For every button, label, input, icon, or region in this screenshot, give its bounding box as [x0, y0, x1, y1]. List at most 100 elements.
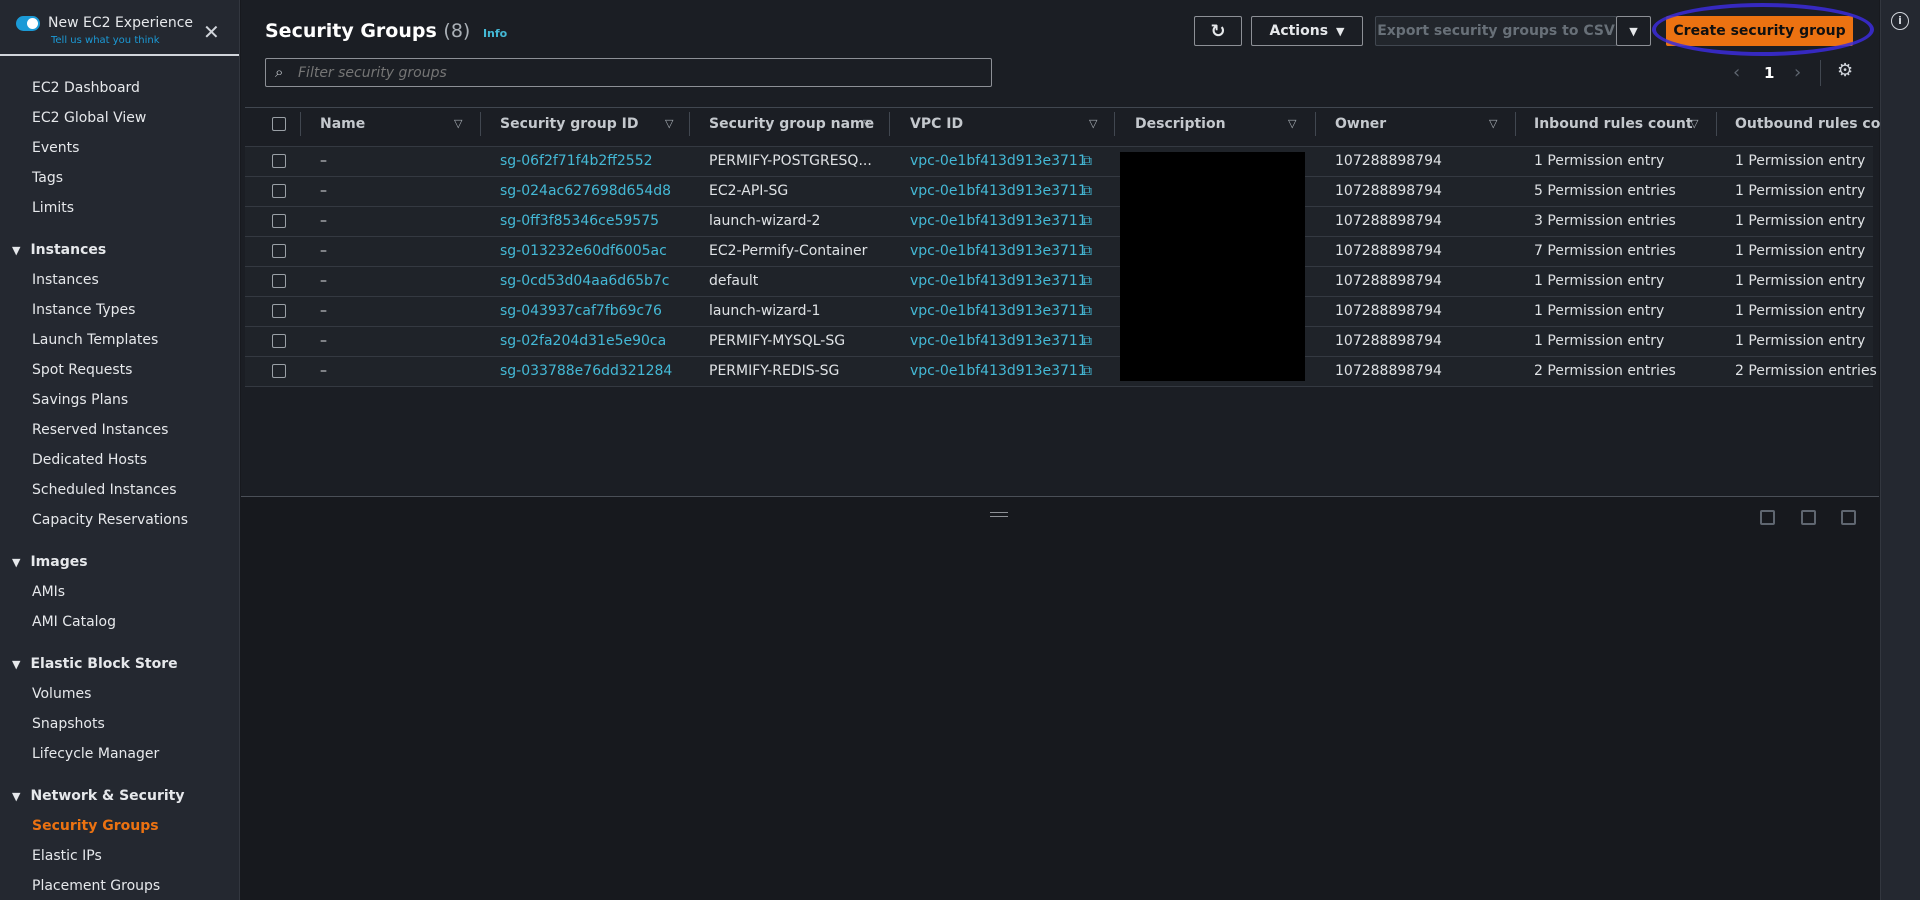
- filter-input[interactable]: [298, 62, 978, 84]
- sidebar-section[interactable]: ▼ Instances: [12, 242, 106, 258]
- sidebar-item[interactable]: Lifecycle Manager: [32, 746, 159, 762]
- row-checkbox[interactable]: [272, 214, 286, 228]
- select-all-checkbox[interactable]: [272, 117, 286, 131]
- sidebar-item[interactable]: Snapshots: [32, 716, 105, 732]
- export-csv-button[interactable]: Export security groups to CSV: [1375, 16, 1617, 46]
- sidebar-item[interactable]: Capacity Reservations: [32, 512, 188, 528]
- row-checkbox[interactable]: [272, 154, 286, 168]
- column-separator[interactable]: [300, 112, 301, 136]
- sidebar-item[interactable]: Reserved Instances: [32, 422, 168, 438]
- table-row[interactable]: – sg-024ac627698d654d8 EC2-API-SG vpc-0e1bf…: [245, 176, 1873, 206]
- table-row[interactable]: – sg-013232e60df6005ac EC2-Permify-Contain…: [245, 236, 1873, 266]
- column-header[interactable]: Description: [1135, 116, 1226, 132]
- security-group-id-link[interactable]: sg-0cd53d04aa6d65b7c: [500, 273, 670, 289]
- sort-icon[interactable]: ▽: [1690, 117, 1698, 130]
- sidebar-item[interactable]: Events: [32, 140, 79, 156]
- sort-icon[interactable]: ▽: [1089, 117, 1097, 130]
- sidebar-item[interactable]: EC2 Global View: [32, 110, 146, 126]
- security-group-id-link[interactable]: sg-024ac627698d654d8: [500, 183, 671, 199]
- vpc-id-link[interactable]: vpc-0e1bf413d913e3711: [910, 183, 1087, 199]
- external-link-icon[interactable]: ⧉: [1082, 303, 1092, 319]
- column-header[interactable]: Outbound rules co...: [1735, 116, 1896, 132]
- feedback-link[interactable]: Tell us what you think: [51, 35, 160, 46]
- split-full-icon[interactable]: [1841, 510, 1856, 525]
- sidebar-item[interactable]: Instance Types: [32, 302, 135, 318]
- info-icon[interactable]: i: [1891, 12, 1909, 30]
- table-row[interactable]: – sg-0ff3f85346ce59575 launch-wizard-2 vpc-…: [245, 206, 1873, 236]
- vpc-id-link[interactable]: vpc-0e1bf413d913e3711: [910, 213, 1087, 229]
- column-separator[interactable]: [1114, 112, 1115, 136]
- filter-input-wrapper[interactable]: ⌕: [265, 58, 992, 87]
- security-group-id-link[interactable]: sg-0ff3f85346ce59575: [500, 213, 659, 229]
- sort-icon[interactable]: ▽: [665, 117, 673, 130]
- external-link-icon[interactable]: ⧉: [1082, 243, 1092, 259]
- sidebar-item[interactable]: Savings Plans: [32, 392, 128, 408]
- external-link-icon[interactable]: ⧉: [1082, 273, 1092, 289]
- column-header[interactable]: Inbound rules count: [1534, 116, 1693, 132]
- sort-icon[interactable]: ▽: [1489, 117, 1497, 130]
- external-link-icon[interactable]: ⧉: [1082, 333, 1092, 349]
- sidebar-section[interactable]: ▼ Elastic Block Store: [12, 656, 178, 672]
- column-separator[interactable]: [480, 112, 481, 136]
- security-group-id-link[interactable]: sg-033788e76dd321284: [500, 363, 672, 379]
- sidebar-item[interactable]: Launch Templates: [32, 332, 158, 348]
- column-separator[interactable]: [1315, 112, 1316, 136]
- sidebar-item[interactable]: Dedicated Hosts: [32, 452, 147, 468]
- vpc-id-link[interactable]: vpc-0e1bf413d913e3711: [910, 243, 1087, 259]
- new-experience-toggle[interactable]: [16, 16, 40, 31]
- sort-icon[interactable]: ▽: [1288, 117, 1296, 130]
- split-side-icon[interactable]: [1801, 510, 1816, 525]
- vpc-id-link[interactable]: vpc-0e1bf413d913e3711: [910, 273, 1087, 289]
- row-checkbox[interactable]: [272, 184, 286, 198]
- column-separator[interactable]: [889, 112, 890, 136]
- sort-icon[interactable]: ▽: [863, 117, 871, 130]
- close-icon[interactable]: ✕: [203, 20, 220, 44]
- sidebar-item[interactable]: Volumes: [32, 686, 91, 702]
- column-separator[interactable]: [1716, 112, 1717, 136]
- column-separator[interactable]: [689, 112, 690, 136]
- sidebar-item[interactable]: Scheduled Instances: [32, 482, 177, 498]
- sidebar-item[interactable]: AMI Catalog: [32, 614, 116, 630]
- prev-page-icon[interactable]: ‹: [1733, 62, 1740, 83]
- next-page-icon[interactable]: ›: [1794, 62, 1801, 83]
- table-row[interactable]: – sg-043937caf7fb69c76 launch-wizard-1 vpc-…: [245, 296, 1873, 326]
- sidebar-item[interactable]: Spot Requests: [32, 362, 132, 378]
- vpc-id-link[interactable]: vpc-0e1bf413d913e3711: [910, 153, 1087, 169]
- table-row[interactable]: – sg-02fa204d31e5e90ca PERMIFY-MYSQL-SG vpc…: [245, 326, 1873, 356]
- sidebar-item[interactable]: Elastic IPs: [32, 848, 102, 864]
- column-header[interactable]: Owner: [1335, 116, 1386, 132]
- sidebar-section[interactable]: ▼ Images: [12, 554, 88, 570]
- sidebar-item[interactable]: Placement Groups: [32, 878, 160, 894]
- vpc-id-link[interactable]: vpc-0e1bf413d913e3711: [910, 363, 1087, 379]
- export-dropdown-button[interactable]: ▼: [1616, 16, 1651, 46]
- table-row[interactable]: – sg-033788e76dd321284 PERMIFY-REDIS-SG vpc…: [245, 356, 1877, 386]
- security-group-id-link[interactable]: sg-043937caf7fb69c76: [500, 303, 662, 319]
- column-header[interactable]: Name: [320, 116, 365, 132]
- row-checkbox[interactable]: [272, 274, 286, 288]
- security-group-id-link[interactable]: sg-06f2f71f4b2ff2552: [500, 153, 653, 169]
- info-link[interactable]: Info: [483, 27, 507, 40]
- page-number[interactable]: 1: [1764, 64, 1774, 82]
- gear-icon[interactable]: ⚙: [1837, 60, 1853, 81]
- sidebar-item[interactable]: EC2 Dashboard: [32, 80, 140, 96]
- column-header[interactable]: Security group ID: [500, 116, 638, 132]
- table-row[interactable]: – sg-06f2f71f4b2ff2552 PERMIFY-POSTGRESQ..…: [245, 146, 1873, 176]
- external-link-icon[interactable]: ⧉: [1082, 183, 1092, 199]
- row-checkbox[interactable]: [272, 304, 286, 318]
- row-checkbox[interactable]: [272, 364, 286, 378]
- split-bottom-icon[interactable]: [1760, 510, 1775, 525]
- external-link-icon[interactable]: ⧉: [1082, 363, 1092, 379]
- column-header[interactable]: VPC ID: [910, 116, 963, 132]
- sidebar-item[interactable]: Limits: [32, 200, 74, 216]
- row-checkbox[interactable]: [272, 244, 286, 258]
- column-separator[interactable]: [1515, 112, 1516, 136]
- column-header[interactable]: Security group name: [709, 116, 874, 132]
- sidebar-item[interactable]: Instances: [32, 272, 99, 288]
- refresh-button[interactable]: ↻: [1194, 16, 1242, 46]
- table-row[interactable]: – sg-0cd53d04aa6d65b7c default vpc-0e1bf413…: [245, 266, 1873, 296]
- vpc-id-link[interactable]: vpc-0e1bf413d913e3711: [910, 333, 1087, 349]
- sort-icon[interactable]: ▽: [454, 117, 462, 130]
- sidebar-item[interactable]: Security Groups: [32, 818, 159, 834]
- external-link-icon[interactable]: ⧉: [1082, 153, 1092, 169]
- row-checkbox[interactable]: [272, 334, 286, 348]
